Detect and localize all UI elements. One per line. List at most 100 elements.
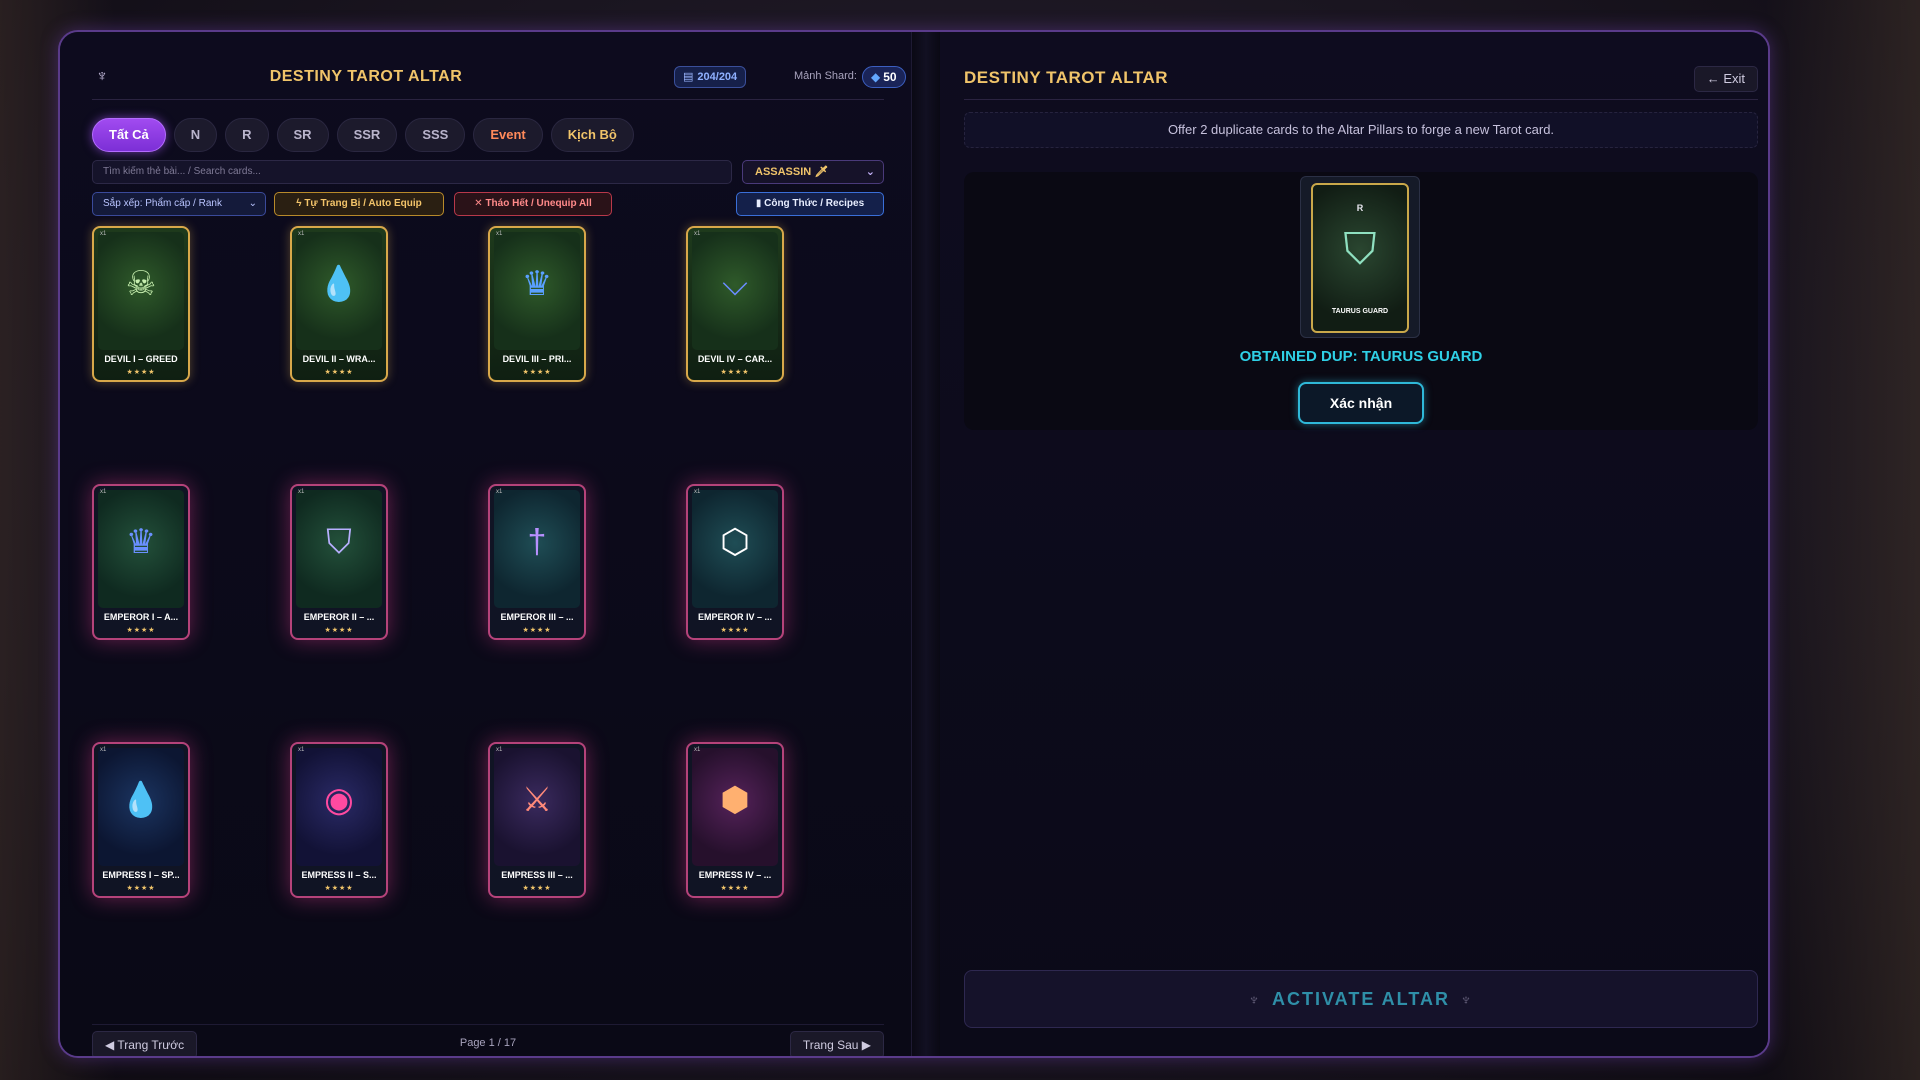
triangle-right-icon: ▶ (858, 1038, 871, 1052)
tarot-card[interactable]: x1 ⌵ DEVIL IV – CAR... ★★★★ (686, 226, 784, 382)
unequip-all-label: Tháo Hết / Unequip All (485, 198, 592, 209)
tab-sss[interactable]: SSS (405, 118, 466, 152)
tarot-card[interactable]: x1 💧 DEVIL II – WRA... ★★★★ (290, 226, 388, 382)
tab-r[interactable]: R (225, 118, 269, 152)
sword-icon: † (527, 523, 547, 561)
unequip-all-button[interactable]: ✕ Tháo Hết / Unequip All (454, 192, 612, 216)
droplet-icon: 💧 (119, 781, 163, 819)
chevron-icon: ⌵ (722, 265, 748, 303)
card-inventory-panel: ♆ DESTINY TAROT ALTAR ▤ 204/204 Mảnh Shar… (60, 32, 912, 1056)
recipes-label: Công Thức / Recipes (764, 198, 865, 209)
card-name: EMPEROR II – ... (303, 612, 375, 622)
activate-altar-button[interactable]: ♆ ACTIVATE ALTAR ♆ (964, 970, 1758, 1028)
shard-value: 50 (883, 70, 897, 84)
confirm-button[interactable]: Xác nhận (1298, 382, 1424, 424)
card-level-badge: x1 (694, 747, 701, 753)
exit-button[interactable]: ← Exit (1693, 66, 1758, 92)
search-input[interactable]: Tìm kiếm thẻ bài... / Search cards... (92, 160, 732, 184)
result-card: R ⛉ TAURUS GUARD (1300, 176, 1420, 338)
card-stars: ★★★★ (324, 627, 354, 634)
card-level-badge: x1 (100, 747, 107, 753)
altar-icon: ♆ (1459, 992, 1474, 1009)
card-stars: ★★★★ (126, 885, 156, 892)
tab-kich-bo[interactable]: Kịch Bộ (550, 118, 634, 152)
auto-equip-button[interactable]: ϟ Tự Trang Bị / Auto Equip (274, 192, 444, 216)
orb-icon: ◉ (324, 781, 354, 819)
card-name: EMPEROR III – ... (500, 612, 574, 622)
card-stars: ★★★★ (720, 627, 750, 634)
card-level-badge: x1 (496, 231, 503, 237)
auto-equip-label: Tự Trang Bị / Auto Equip (304, 198, 422, 209)
card-stars: ★★★★ (720, 369, 750, 376)
tarot-card[interactable]: x1 † EMPEROR III – ... ★★★★ (488, 484, 586, 640)
card-name: EMPRESS III – ... (501, 870, 573, 880)
tab-all[interactable]: Tất Cả (92, 118, 166, 152)
tab-ssr[interactable]: SSR (336, 118, 398, 152)
tarot-card[interactable]: x1 ⛉ EMPEROR II – ... ★★★★ (290, 484, 388, 640)
tarot-card[interactable]: x1 ⬡ EMPEROR IV – ... ★★★★ (686, 484, 784, 640)
sort-select-value: Sắp xếp: Phẩm cấp / Rank (103, 198, 222, 209)
tab-sr[interactable]: SR (276, 118, 329, 152)
tarot-card[interactable]: x1 ♛ EMPEROR I – A... ★★★★ (92, 484, 190, 640)
recipes-button[interactable]: ▮ Công Thức / Recipes (736, 192, 884, 216)
card-name: EMPRESS IV – ... (698, 870, 772, 880)
next-page-button[interactable]: Trang Sau ▶ (789, 1031, 884, 1056)
sort-select[interactable]: Sắp xếp: Phẩm cấp / Rank ⌄ (92, 192, 266, 216)
shield-icon: ⛉ (326, 523, 352, 561)
class-select[interactable]: ASSASSIN 🗡 ⌄ (742, 160, 884, 184)
chevron-down-icon: ⌄ (865, 166, 875, 178)
card-stars: ★★★★ (522, 369, 552, 376)
activate-altar-label: ACTIVATE ALTAR (1272, 989, 1450, 1009)
page-indicator: Page 1 / 17 (459, 1037, 517, 1049)
altar-header: DESTINY TAROT ALTAR ← Exit (964, 66, 1758, 100)
card-level-badge: x1 (298, 231, 305, 237)
tarot-card[interactable]: x1 ☠ DEVIL I – GREED ★★★★ (92, 226, 190, 382)
card-capacity-badge: ▤ 204/204 (674, 66, 747, 88)
class-select-value: ASSASSIN (755, 166, 812, 178)
card-grid: x1 ☠ DEVIL I – GREED ★★★★ x1 💧 DEVIL II … (92, 226, 884, 926)
next-page-label: Trang Sau (802, 1038, 859, 1052)
altar-title: DESTINY TAROT ALTAR (964, 68, 1169, 87)
hexagon-gem-icon: ⬢ (720, 781, 750, 819)
rarity-tabs: Tất Cả N R SR SSR SSS Event Kịch Bộ (92, 118, 634, 152)
hexagon-sigil-icon: ⬡ (720, 523, 750, 561)
card-stars: ★★★★ (522, 885, 552, 892)
skull-icon: ☠ (125, 265, 157, 303)
crown-icon: ♛ (521, 265, 553, 303)
result-card-frame: R ⛉ TAURUS GUARD (1311, 183, 1409, 333)
card-stars: ★★★★ (126, 627, 156, 634)
card-stars: ★★★★ (522, 627, 552, 634)
pagination: ◀ Trang Trước Page 1 / 17 Trang Sau ▶ (92, 1024, 884, 1056)
card-stack-icon: ▤ (683, 71, 694, 83)
tarot-card[interactable]: x1 ⚔ EMPRESS III – ... ★★★★ (488, 742, 586, 898)
altar-window: ♆ DESTINY TAROT ALTAR ▤ 204/204 Mảnh Shar… (58, 30, 1770, 1058)
tarot-card[interactable]: x1 ◉ EMPRESS II – S... ★★★★ (290, 742, 388, 898)
card-stars: ★★★★ (720, 885, 750, 892)
card-capacity-value: 204/204 (697, 71, 738, 83)
droplet-icon: 💧 (317, 265, 361, 303)
card-level-badge: x1 (496, 489, 503, 495)
chevron-down-icon: ⌄ (248, 198, 257, 209)
shard-label: Mảnh Shard: (794, 70, 857, 82)
close-icon: ✕ (474, 198, 486, 209)
card-name: EMPEROR IV – ... (697, 612, 773, 622)
tab-event[interactable]: Event (473, 118, 543, 152)
forge-result-panel: R ⛉ TAURUS GUARD OBTAINED DUP: TAURUS GU… (964, 172, 1758, 430)
dagger-icon: 🗡 (814, 166, 829, 178)
tab-n[interactable]: N (173, 118, 218, 152)
obtained-message: OBTAINED DUP: TAURUS GUARD (1239, 348, 1483, 365)
result-card-rank: R (1356, 203, 1364, 213)
card-level-badge: x1 (694, 231, 701, 237)
card-level-badge: x1 (694, 489, 701, 495)
book-icon: ▮ (755, 198, 765, 209)
card-name: DEVIL III – PRI... (502, 354, 572, 364)
card-level-badge: x1 (100, 489, 107, 495)
card-level-badge: x1 (298, 489, 305, 495)
tarot-card[interactable]: x1 ♛ DEVIL III – PRI... ★★★★ (488, 226, 586, 382)
tarot-card[interactable]: x1 💧 EMPRESS I – SP... ★★★★ (92, 742, 190, 898)
tarot-card[interactable]: x1 ⬢ EMPRESS IV – ... ★★★★ (686, 742, 784, 898)
shield-star-icon: ⛉ (1343, 225, 1377, 274)
card-level-badge: x1 (100, 231, 107, 237)
panel-divider (912, 32, 940, 1056)
crown-icon: ♛ (125, 523, 157, 561)
